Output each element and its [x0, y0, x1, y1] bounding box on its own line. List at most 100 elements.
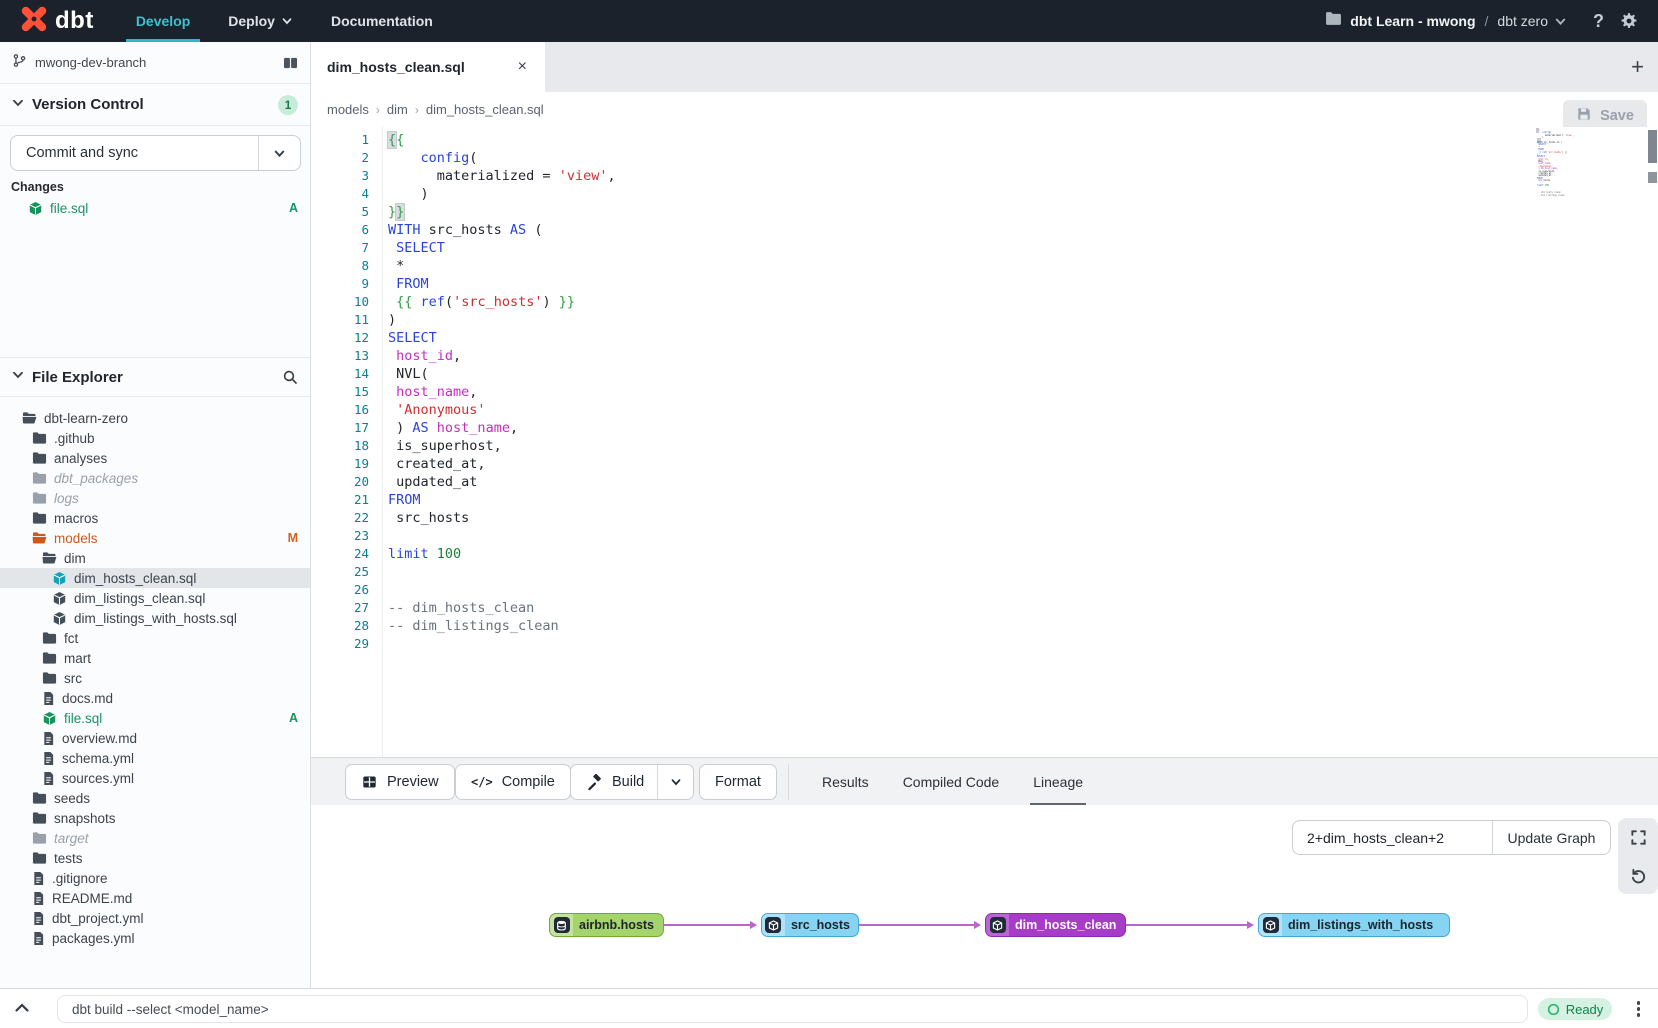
lineage-graph[interactable]: airbnb.hosts src_hosts dim_hosts_clean d…	[311, 805, 1658, 988]
tree-item-dbt_packages[interactable]: dbt_packages	[0, 468, 310, 488]
tree-item-.github[interactable]: .github	[0, 428, 310, 448]
tree-item-models[interactable]: modelsM	[0, 528, 310, 548]
tree-item-macros[interactable]: macros	[0, 508, 310, 528]
code-line[interactable]: 10 {{ ref('src_hosts') }}	[311, 293, 1658, 311]
nav-item-develop[interactable]: Develop	[136, 0, 190, 42]
nav-item-documentation[interactable]: Documentation	[331, 0, 433, 42]
tree-item-docs.md[interactable]: docs.md	[0, 688, 310, 708]
code-line[interactable]: 27-- dim_hosts_clean	[311, 599, 1658, 617]
kebab-menu-icon[interactable]	[1635, 999, 1643, 1019]
tree-item-file.sql[interactable]: file.sqlA	[0, 708, 310, 728]
tree-item-analyses[interactable]: analyses	[0, 448, 310, 468]
minimap[interactable]: {{ config( materialized = 'view', )}}WIT…	[1533, 130, 1583, 199]
tree-item-snapshots[interactable]: snapshots	[0, 808, 310, 828]
tab-compiled-code[interactable]: Compiled Code	[890, 758, 1013, 806]
version-control-header[interactable]: Version Control 1	[0, 84, 310, 126]
code-line[interactable]: 2 config(	[311, 149, 1658, 167]
code-line[interactable]: 4 )	[311, 185, 1658, 203]
code-line[interactable]: 25	[311, 563, 1658, 581]
code-line[interactable]: 15 host_name,	[311, 383, 1658, 401]
tree-item-overview.md[interactable]: overview.md	[0, 728, 310, 748]
compile-button[interactable]: </>Compile	[455, 764, 571, 800]
code-line[interactable]: 20 updated_at	[311, 473, 1658, 491]
help-icon[interactable]: ?	[1593, 11, 1604, 32]
tree-item-packages.yml[interactable]: packages.yml	[0, 928, 310, 948]
tree-item-logs[interactable]: logs	[0, 488, 310, 508]
tree-item-seeds[interactable]: seeds	[0, 788, 310, 808]
code-line[interactable]: 29	[311, 635, 1658, 653]
breadcrumb-item[interactable]: dim_hosts_clean.sql	[426, 102, 544, 117]
lineage-node-dim_hosts_clean[interactable]: dim_hosts_clean	[985, 913, 1126, 937]
build-options-chevron-icon[interactable]	[657, 765, 693, 799]
tree-item-.gitignore[interactable]: .gitignore	[0, 868, 310, 888]
code-line[interactable]: 9 FROM	[311, 275, 1658, 293]
code-line[interactable]: 17 ) AS host_name,	[311, 419, 1658, 437]
breadcrumb-item[interactable]: models	[327, 102, 369, 117]
collapse-chevron-up-icon[interactable]	[14, 1001, 30, 1020]
dbt-logo[interactable]: dbt	[20, 5, 94, 38]
nav-item-deploy[interactable]: Deploy	[228, 0, 293, 42]
command-input[interactable]: dbt build --select <model_name>	[57, 995, 1528, 1023]
format-button[interactable]: Format	[699, 764, 777, 800]
breadcrumb-item[interactable]: dim	[387, 102, 408, 117]
code-line[interactable]: 3 materialized = 'view',	[311, 167, 1658, 185]
build-button[interactable]: Build	[570, 764, 694, 800]
code-line[interactable]: 16 'Anonymous'	[311, 401, 1658, 419]
split-view-icon[interactable]	[283, 56, 298, 70]
editor-tab-dim-hosts-clean[interactable]: dim_hosts_clean.sql ×	[311, 42, 545, 92]
tree-item-dbt_project.yml[interactable]: dbt_project.yml	[0, 908, 310, 928]
code-area[interactable]: 1{{2 config(3 materialized = 'view',4 )5…	[311, 131, 1658, 653]
code-line[interactable]: 14 NVL(	[311, 365, 1658, 383]
tree-item-sources.yml[interactable]: sources.yml	[0, 768, 310, 788]
code-line[interactable]: 13 host_id,	[311, 347, 1658, 365]
scrollbar-thumb[interactable]	[1648, 130, 1657, 163]
tree-item-dim_listings_clean.sql[interactable]: dim_listings_clean.sql	[0, 588, 310, 608]
preview-button[interactable]: Preview	[345, 764, 455, 800]
commit-and-sync-button[interactable]: Commit and sync	[10, 135, 301, 171]
tree-item-README.md[interactable]: README.md	[0, 888, 310, 908]
tree-item-fct[interactable]: fct	[0, 628, 310, 648]
code-line[interactable]: 12SELECT	[311, 329, 1658, 347]
tree-item-dbt-learn-zero[interactable]: dbt-learn-zero	[0, 408, 310, 428]
code-editor[interactable]: 1{{2 config(3 materialized = 'view',4 )5…	[311, 127, 1658, 757]
tree-item-schema.yml[interactable]: schema.yml	[0, 748, 310, 768]
code-line[interactable]: 7 SELECT	[311, 239, 1658, 257]
code-line[interactable]: 8 *	[311, 257, 1658, 275]
search-icon[interactable]	[282, 369, 298, 385]
environment-chevron-icon[interactable]	[1554, 15, 1567, 28]
tree-item-dim_hosts_clean.sql[interactable]: dim_hosts_clean.sql	[0, 568, 310, 588]
code-line[interactable]: 24limit 100	[311, 545, 1658, 563]
commit-options-chevron-icon[interactable]	[258, 136, 300, 170]
environment-name[interactable]: dbt zero	[1497, 13, 1548, 29]
tab-lineage[interactable]: Lineage	[1020, 758, 1096, 806]
code-line[interactable]: 23	[311, 527, 1658, 545]
code-line[interactable]: 22 src_hosts	[311, 509, 1658, 527]
tree-item-src[interactable]: src	[0, 668, 310, 688]
code-line[interactable]: 11)	[311, 311, 1658, 329]
tree-item-dim_listings_with_hosts.sql[interactable]: dim_listings_with_hosts.sql	[0, 608, 310, 628]
code-line[interactable]: 28-- dim_listings_clean	[311, 617, 1658, 635]
lineage-node-src_hosts[interactable]: src_hosts	[761, 913, 859, 937]
tab-results[interactable]: Results	[809, 758, 882, 806]
code-line[interactable]: 6WITH src_hosts AS (	[311, 221, 1658, 239]
code-line[interactable]: 19 created_at,	[311, 455, 1658, 473]
settings-gear-icon[interactable]	[1620, 12, 1638, 30]
code-line[interactable]: 26	[311, 581, 1658, 599]
code-line[interactable]	[1533, 197, 1583, 199]
code-line[interactable]: 21FROM	[311, 491, 1658, 509]
close-icon[interactable]: ×	[514, 57, 531, 77]
new-tab-plus-icon[interactable]: +	[1617, 54, 1658, 80]
tree-item-dim[interactable]: dim	[0, 548, 310, 568]
tree-item-target[interactable]: target	[0, 828, 310, 848]
code-line[interactable]: 5}}	[311, 203, 1658, 221]
file-explorer-header[interactable]: File Explorer	[0, 357, 310, 397]
tree-item-mart[interactable]: mart	[0, 648, 310, 668]
code-line[interactable]: 18 is_superhost,	[311, 437, 1658, 455]
editor-scrollbar[interactable]	[1647, 127, 1658, 757]
tree-item-tests[interactable]: tests	[0, 848, 310, 868]
lineage-node-airbnb.hosts[interactable]: airbnb.hosts	[549, 913, 664, 937]
code-line[interactable]: 1{{	[311, 131, 1658, 149]
lineage-node-dim_listings_with_hosts[interactable]: dim_listings_with_hosts	[1258, 913, 1450, 937]
changed-file-file.sql[interactable]: file.sql A	[0, 198, 310, 218]
project-name[interactable]: dbt Learn - mwong	[1350, 13, 1475, 29]
